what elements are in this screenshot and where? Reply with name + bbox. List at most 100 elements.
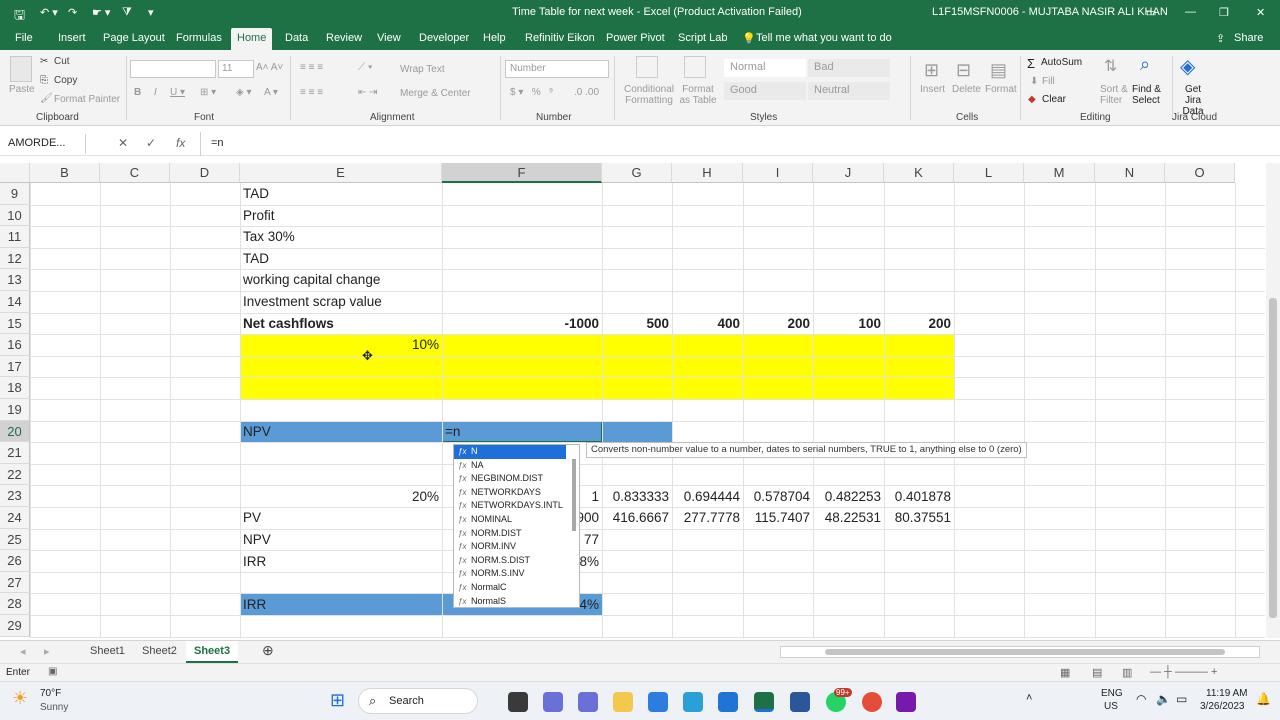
row-header[interactable]: 23 [0,485,30,507]
store-icon[interactable] [648,692,668,712]
cell-e15[interactable]: Net cashflows [240,313,442,335]
close-icon[interactable]: ✕ [1256,6,1265,19]
col-header-i[interactable]: I [743,163,813,183]
conditional-formatting-icon[interactable] [636,56,658,78]
align-top-icon[interactable]: ≡ ≡ ≡ [300,62,323,73]
autocomplete-item[interactable]: ƒx NEGBINOM.DIST [454,472,579,486]
cell-i15[interactable]: 200 [743,313,813,335]
cell-f20[interactable]: =n [442,421,602,443]
row-header[interactable]: 26 [0,550,30,572]
chrome-icon[interactable] [862,692,882,712]
autocomplete-item[interactable]: ƒx NA [454,459,579,473]
add-sheet-icon[interactable]: ⊕ [262,642,274,659]
notification-icon[interactable]: 🔔 [1256,692,1271,706]
find-icon[interactable]: ⌕ [1140,54,1150,75]
weather-icon[interactable]: ☀ [12,688,28,709]
style-neutral[interactable]: Neutral [808,82,890,100]
weather-temp[interactable]: 70°F [40,688,61,699]
cell-f15[interactable]: -1000 [442,313,602,335]
borders-icon[interactable]: ⊞ ▾ [200,87,216,98]
row-header[interactable]: 27 [0,571,30,594]
cell-e25[interactable]: NPV [240,529,442,551]
tab-insert[interactable]: Insert [58,32,86,44]
row-header[interactable]: 20 [0,420,30,443]
scroll-right-icon[interactable]: ▸ [44,645,50,658]
tab-view[interactable]: View [377,32,401,44]
clock-time[interactable]: 11:19 AM [1206,688,1248,699]
align-left-icon[interactable]: ≡ ≡ ≡ [300,87,323,98]
cell-e12[interactable]: TAD [240,248,442,270]
conditional-formatting-button[interactable]: Conditional Formatting [621,84,677,106]
style-good[interactable]: Good [724,82,806,100]
select-all-corner[interactable] [0,163,30,183]
fill-color-icon[interactable]: ◈ ▾ [236,87,252,98]
col-header-l[interactable]: L [954,163,1024,183]
tab-page-layout[interactable]: Page Layout [103,32,165,44]
col-header-k[interactable]: K [884,163,954,183]
row-header[interactable]: 16 [0,334,30,356]
share-button[interactable]: Share [1234,32,1263,44]
row-header[interactable]: 25 [0,528,30,551]
cell-h23[interactable]: 0.694444 [672,486,743,508]
delete-cells-icon[interactable]: ⊟ [956,60,971,81]
cell-i24[interactable]: 115.7407 [743,507,813,529]
row-header[interactable]: 12 [0,247,30,270]
underline-icon[interactable]: U ▾ [170,87,185,98]
sheet-tab-3[interactable]: Sheet3 [186,641,239,663]
normal-view-icon[interactable]: ▦ [1060,666,1070,679]
cell-e23[interactable]: 20% [240,486,442,508]
font-grow-icon[interactable]: A˄ A˅ [256,62,283,73]
col-header-g[interactable]: G [602,163,672,183]
tab-file[interactable]: File [15,32,33,44]
format-button[interactable]: Format [985,84,1017,95]
scroll-left-icon[interactable]: ◂ [20,645,26,658]
col-header-f[interactable]: F [442,163,602,183]
cell-j24[interactable]: 48.22531 [813,507,884,529]
cell-e14[interactable]: Investment scrap value [240,291,442,313]
row-header[interactable]: 19 [0,399,30,421]
name-box[interactable]: AMORDE... [4,134,86,154]
cell-j15[interactable]: 100 [813,313,884,335]
cell-e13[interactable]: working capital change [240,269,442,291]
cell-h24[interactable]: 277.7778 [672,507,743,529]
autocomplete-item[interactable]: ƒx NETWORKDAYS.INTL [454,499,579,513]
touch-mode-icon[interactable]: ☛ ▾ [92,6,110,19]
cell-g24[interactable]: 416.6667 [602,507,672,529]
format-painter-button[interactable]: Format Painter [54,94,120,105]
col-header-d[interactable]: D [170,163,240,183]
find-select-button[interactable]: Find & Select [1132,84,1168,106]
windows-start-icon[interactable]: ⊞ [330,690,345,711]
file-explorer-icon[interactable] [613,692,633,712]
cell-i23[interactable]: 0.578704 [743,486,813,508]
number-format-select[interactable]: Number [505,60,609,78]
sheet-tab-1[interactable]: Sheet1 [90,645,125,657]
col-header-o[interactable]: O [1165,163,1235,183]
row-header[interactable]: 9 [0,183,30,205]
merge-center-button[interactable]: Merge & Center [400,88,471,99]
tab-review[interactable]: Review [326,32,362,44]
jira-icon[interactable]: ◈ [1180,54,1195,79]
paste-icon[interactable] [10,56,32,82]
row-header[interactable]: 13 [0,269,30,291]
row-header[interactable]: 24 [0,507,30,529]
tray-overflow-icon[interactable]: ˄ [1026,692,1032,704]
zoom-icon[interactable] [718,692,738,712]
macro-record-icon[interactable]: ▣ [48,666,57,677]
sort-filter-button[interactable]: Sort & Filter [1100,84,1130,106]
cell-e11[interactable]: Tax 30% [240,226,442,248]
cell-e28[interactable]: IRR [240,594,442,616]
cell-k23[interactable]: 0.401878 [884,486,954,508]
word-icon[interactable] [790,692,810,712]
autocomplete-item[interactable]: ƒx NormalC [454,581,579,595]
cell-e9[interactable]: TAD [240,183,442,205]
row-header[interactable]: 21 [0,442,30,464]
insert-cells-icon[interactable]: ⊞ [924,60,939,81]
teams-icon[interactable] [543,692,563,712]
page-layout-view-icon[interactable]: ▤ [1092,666,1102,679]
tab-home[interactable]: Home [231,28,273,50]
row-header[interactable]: 15 [0,312,30,335]
row-header[interactable]: 11 [0,226,30,248]
autocomplete-item[interactable]: ƒx NOMINAL [454,513,579,527]
row-header[interactable]: 18 [0,377,30,399]
insert-function-icon[interactable]: fx [176,136,185,150]
